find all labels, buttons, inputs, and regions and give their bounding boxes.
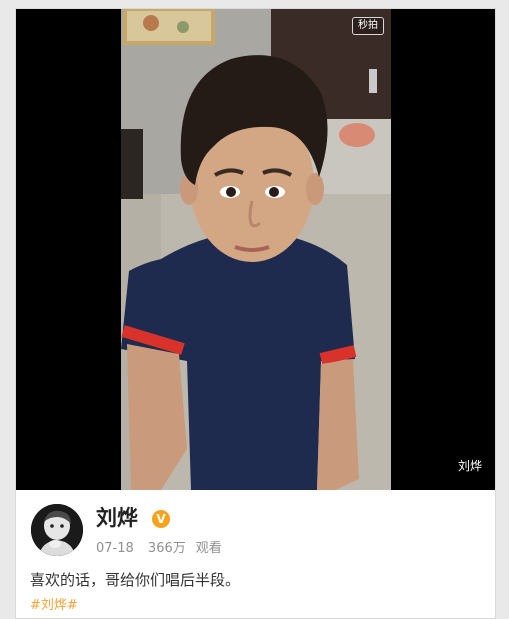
avatar-image: [31, 504, 83, 556]
hashtag-link[interactable]: #刘烨#: [30, 597, 78, 615]
video-author-watermark: 刘烨: [458, 459, 483, 473]
video-frame[interactable]: [121, 9, 391, 490]
post-card: 秒拍 刘烨 刘烨 V 07-18 366万 观看 喜欢的话，哥给你们唱后半段。 #…: [15, 8, 496, 619]
video-still-image: [121, 9, 391, 490]
view-count: 366万: [147, 541, 186, 556]
verified-badge-icon: V: [152, 510, 170, 528]
view-count-label: 观看: [195, 541, 222, 556]
post-caption: 喜欢的话，哥给你们唱后半段。: [30, 571, 241, 589]
avatar[interactable]: [31, 504, 83, 556]
post-info: 刘烨 V 07-18 366万 观看 喜欢的话，哥给你们唱后半段。 #刘烨#: [16, 490, 495, 618]
miaopai-watermark-badge: 秒拍: [352, 17, 384, 35]
username[interactable]: 刘烨: [96, 505, 138, 531]
post-date: 07-18: [96, 541, 134, 556]
video-player[interactable]: 秒拍 刘烨: [16, 9, 495, 490]
post-meta: 07-18 366万 观看: [96, 540, 232, 558]
